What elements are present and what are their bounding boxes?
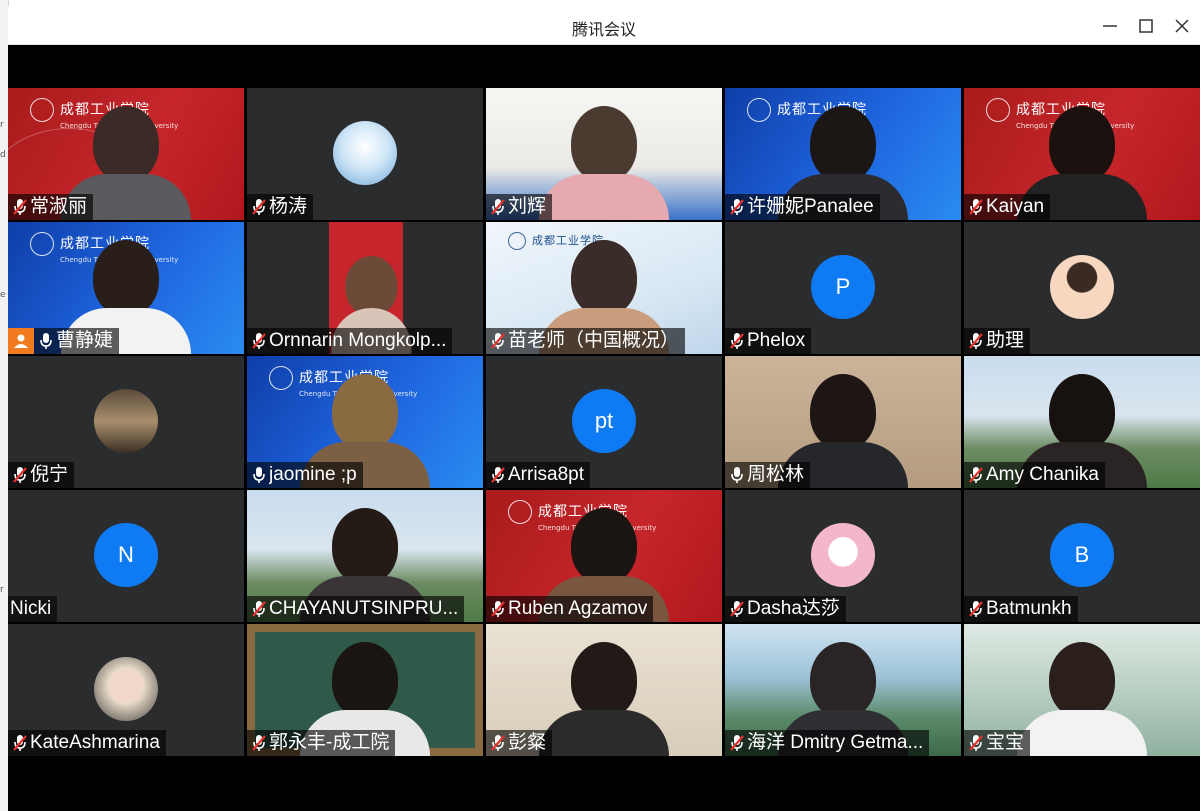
participant-avatar [811, 523, 875, 587]
participant-tile[interactable]: Dasha达莎 [725, 490, 961, 622]
participant-tile[interactable]: pt Arrisa8pt [486, 356, 722, 488]
mic-muted-icon [968, 331, 984, 351]
mic-muted-icon [12, 733, 28, 753]
mic-muted-icon [968, 733, 984, 753]
mic-muted-icon [968, 197, 984, 217]
participant-name-tag: Amy Chanika [964, 462, 1105, 488]
host-icon [8, 328, 34, 354]
meeting-window: 腾讯会议 成都工业学院Chengdu Technological Univers… [8, 6, 1200, 811]
mic-muted-icon [729, 599, 745, 619]
mic-muted-icon [251, 599, 267, 619]
participant-tile[interactable]: 宝宝 [964, 624, 1200, 756]
participant-tile[interactable]: 彭粲 [486, 624, 722, 756]
participant-tile[interactable]: 郭永丰-成工院 [247, 624, 483, 756]
participant-tile[interactable]: 周松林 [725, 356, 961, 488]
participant-name-tag: Kaiyan [964, 194, 1051, 220]
participant-tile[interactable]: 成都工业学院 许姗妮Panalee [725, 88, 961, 220]
participant-avatar [94, 389, 158, 453]
maximize-icon [1139, 19, 1153, 33]
participant-name-tag: 刘辉 [486, 194, 553, 220]
participant-tile[interactable]: KateAshmarina [8, 624, 244, 756]
participant-tile[interactable]: Ornnarin Mongkolp... [247, 222, 483, 354]
mic-muted-icon [490, 465, 506, 485]
participant-tile[interactable]: B Batmunkh [964, 490, 1200, 622]
mic-muted-icon [729, 733, 745, 753]
mic-on-icon [251, 465, 267, 485]
participant-name-tag: 许姗妮Panalee [725, 194, 880, 220]
participant-tile[interactable]: CHAYANUTSINPRU... [247, 490, 483, 622]
participant-tile[interactable]: 成都工业学院Chengdu Technological University K… [964, 88, 1200, 220]
participant-tile[interactable]: 刘辉 [486, 88, 722, 220]
participant-tile[interactable]: Amy Chanika [964, 356, 1200, 488]
participant-tile[interactable]: 海洋 Dmitry Getma... [725, 624, 961, 756]
participant-tile[interactable]: P Phelox [725, 222, 961, 354]
participant-name-tag: 杨涛 [247, 194, 314, 220]
participant-avatar: pt [572, 389, 636, 453]
title-bar: 腾讯会议 [8, 6, 1200, 45]
close-button[interactable] [1170, 14, 1194, 38]
mic-muted-icon [490, 733, 506, 753]
participant-avatar: P [811, 255, 875, 319]
mic-muted-icon [251, 733, 267, 753]
mic-muted-icon [12, 465, 28, 485]
participant-name-tag: 曹静婕 [8, 328, 120, 354]
participant-tile[interactable]: 成都工业学院Chengdu Technological University j… [247, 356, 483, 488]
mic-muted-icon [968, 599, 984, 619]
participant-name-tag: 苗老师（中国概况） [486, 328, 686, 354]
participant-name-tag: 常淑丽 [8, 194, 94, 220]
window-title: 腾讯会议 [571, 20, 636, 39]
participant-tile[interactable]: 成都工业学院Chengdu Technological University 常… [8, 88, 244, 220]
mic-muted-icon [490, 331, 506, 351]
participant-name-tag: Dasha达莎 [725, 596, 846, 622]
video-person [539, 106, 669, 220]
mic-on-icon [38, 331, 54, 351]
mic-muted-icon [251, 331, 267, 351]
mic-muted-icon [490, 197, 506, 217]
mic-muted-icon [12, 197, 28, 217]
participant-name-tag: Ornnarin Mongkolp... [247, 328, 453, 354]
mic-muted-icon [251, 197, 267, 217]
participant-name-tag: 周松林 [725, 462, 811, 488]
participant-name-tag: 海洋 Dmitry Getma... [725, 730, 930, 756]
participant-name-tag: Phelox [725, 328, 812, 354]
participant-name-tag: KateAshmarina [8, 730, 166, 756]
mic-muted-icon [968, 465, 984, 485]
close-icon [1175, 19, 1189, 33]
participant-tile[interactable]: 倪宁 [8, 356, 244, 488]
participant-avatar [333, 121, 397, 185]
participant-grid: 成都工业学院Chengdu Technological University 常… [8, 88, 1200, 758]
mic-on-icon [729, 465, 745, 485]
mic-muted-icon [729, 197, 745, 217]
participant-name-tag: 郭永丰-成工院 [247, 730, 396, 756]
participant-avatar [1050, 255, 1114, 319]
participant-name-tag: 倪宁 [8, 462, 75, 488]
minimize-button[interactable] [1098, 14, 1122, 38]
participant-tile[interactable]: 成都工业学院 苗老师（中国概况） [486, 222, 722, 354]
mic-muted-icon [729, 331, 745, 351]
minimize-icon [1103, 25, 1117, 27]
maximize-button[interactable] [1134, 14, 1158, 38]
participant-name-tag: CHAYANUTSINPRU... [247, 596, 465, 622]
participant-name-tag: jaomine ;p [247, 462, 363, 488]
participant-tile[interactable]: 助理 [964, 222, 1200, 354]
participant-avatar [94, 657, 158, 721]
video-person [539, 642, 669, 756]
participant-name-tag: Arrisa8pt [486, 462, 591, 488]
participant-tile[interactable]: 杨涛 [247, 88, 483, 220]
participant-tile[interactable]: 成都工业学院Chengdu Technological University R… [486, 490, 722, 622]
participant-name-tag: Batmunkh [964, 596, 1078, 622]
participant-name-tag: 彭粲 [486, 730, 553, 756]
participant-tile[interactable]: N Nicki [8, 490, 244, 622]
participant-name-tag: 宝宝 [964, 730, 1031, 756]
participant-name-tag: 助理 [964, 328, 1031, 354]
participant-tile[interactable]: 成都工业学院Chengdu Technological University 曹… [8, 222, 244, 354]
participant-avatar: B [1050, 523, 1114, 587]
participant-avatar: N [94, 523, 158, 587]
mic-muted-icon [490, 599, 506, 619]
video-person [1017, 642, 1147, 756]
participant-name-tag: Nicki [8, 596, 58, 622]
participant-name-tag: Ruben Agzamov [486, 596, 654, 622]
